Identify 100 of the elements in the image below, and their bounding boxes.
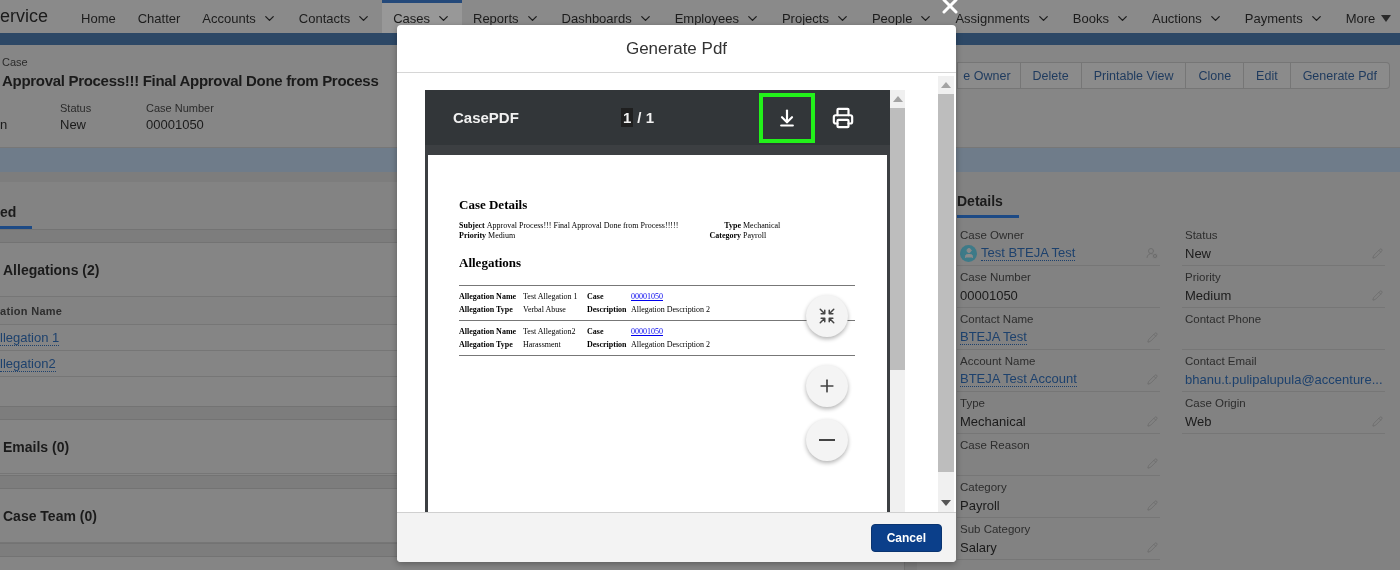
nav-tab[interactable]: Auctions <box>1140 0 1234 33</box>
minus-icon <box>819 439 835 441</box>
nav-tab[interactable]: Assignments <box>944 0 1062 33</box>
nav-tab[interactable]: Chatter <box>126 0 192 33</box>
case-number-link[interactable]: 00001050 <box>631 292 663 301</box>
field-value: 00001050 <box>960 287 1018 303</box>
avatar-icon <box>960 244 977 262</box>
page-count: / 1 <box>637 109 656 126</box>
highlight-value: 00001050 <box>146 117 205 132</box>
nav-tab[interactable]: Employees <box>663 0 771 33</box>
cancel-button[interactable]: Cancel <box>870 523 942 552</box>
field-value: New <box>1185 245 1211 261</box>
action-button[interactable]: Edit <box>1244 62 1291 89</box>
pdf-field-label: Description <box>587 305 628 314</box>
field-value: Payroll <box>960 497 1000 513</box>
field-label: Contact Phone <box>1185 313 1263 325</box>
pdf-field-label: Type <box>724 221 741 231</box>
field-label: Case Owner <box>960 229 1025 241</box>
card-title[interactable]: Allegations (2) <box>3 261 100 278</box>
pdf-field-label: Allegation Type <box>459 305 514 314</box>
nav-tab[interactable]: Home <box>70 0 127 33</box>
printer-icon <box>832 106 855 129</box>
nav-tab[interactable]: Contacts <box>287 0 383 33</box>
action-button[interactable]: Generate Pdf <box>1290 62 1390 89</box>
related-tab[interactable]: ed <box>0 204 33 229</box>
pdf-field-label: Priority <box>459 231 487 241</box>
scrollbar[interactable] <box>890 90 905 512</box>
pdf-field-value: Mechanical <box>743 221 781 231</box>
field-label: Case Origin <box>1185 397 1247 409</box>
pdf-field-label: Case <box>587 292 605 301</box>
field-value: Web <box>1185 413 1212 429</box>
field-value: Salary <box>960 539 997 555</box>
card-title[interactable]: Case Team (0) <box>3 507 97 524</box>
field-label: Status <box>1185 229 1219 241</box>
pdf-field-label: Category <box>709 231 741 241</box>
field-label: Account Name <box>960 355 1037 367</box>
scroll-up-arrow-icon[interactable] <box>892 96 903 102</box>
shrink-icon <box>818 307 836 325</box>
action-button[interactable]: Printable View <box>1081 62 1187 89</box>
highlight-value: n <box>0 117 9 132</box>
nav-tab[interactable]: Projects <box>770 0 861 33</box>
pdf-field-value: Test Allegation 1 <box>523 292 579 301</box>
nav-tab[interactable]: More <box>1334 0 1400 33</box>
modal-title: Generate Pdf <box>625 38 728 59</box>
nav-tab[interactable]: Dashboards <box>550 0 664 33</box>
object-label: Case <box>2 56 29 68</box>
field-label: Contact Email <box>1185 355 1258 367</box>
pdf-field-value: Test Allegation2 <box>523 327 577 336</box>
pdf-section-heading: Allegations <box>459 255 855 286</box>
page-number-field[interactable]: 1 <box>621 108 634 127</box>
card-title[interactable]: Emails (0) <box>3 438 70 455</box>
field-link[interactable]: bhanu.t.pulipalupula@accenture... <box>1185 371 1383 387</box>
pdf-field-value: Medium <box>488 231 516 241</box>
nav-tab[interactable]: Reports <box>462 0 551 33</box>
highlight-label: Status <box>60 102 93 114</box>
field-link[interactable]: BTEJA Test <box>960 329 1027 345</box>
pdf-field-value: Allegation Description 2 <box>631 305 712 314</box>
field-label: Case Number <box>960 271 1032 283</box>
nav-tab[interactable]: Books <box>1061 0 1141 33</box>
pdf-field-value: Harassment <box>523 340 562 349</box>
field-label: Type <box>960 397 986 409</box>
field-label: Case Reason <box>960 439 1031 451</box>
field-label: Category <box>960 481 1008 493</box>
dropdown-triangle-icon <box>1381 14 1392 22</box>
app-name: ervice <box>0 5 48 28</box>
action-button[interactable]: Clone <box>1186 62 1245 89</box>
action-button[interactable]: e Owner <box>957 62 1021 89</box>
case-number-link[interactable]: 00001050 <box>631 327 663 336</box>
scroll-up-arrow-icon[interactable] <box>941 82 951 88</box>
pdf-field-label: Allegation Name <box>459 327 518 336</box>
highlight-label: Case Number <box>146 102 215 114</box>
field-value: Medium <box>1185 287 1232 303</box>
field-value: Mechanical <box>960 413 1026 429</box>
field-label: Priority <box>1185 271 1222 283</box>
nav-tab[interactable]: Accounts <box>191 0 288 33</box>
pdf-field-label: Description <box>587 340 628 349</box>
field-label: Contact Name <box>960 313 1035 325</box>
pdf-heading: Case Details <box>459 197 529 213</box>
field-label: Sub Category <box>960 523 1032 535</box>
scroll-thumb[interactable] <box>890 108 905 370</box>
document-title: CasePDF <box>453 109 520 126</box>
column-header: ation Name <box>0 304 63 317</box>
pdf-field-label: Subject <box>459 221 485 231</box>
record-link[interactable]: llegation2 <box>0 355 56 372</box>
scroll-down-arrow-icon[interactable] <box>941 500 951 506</box>
field-link[interactable]: BTEJA Test Account <box>960 371 1077 387</box>
download-button[interactable] <box>759 92 816 143</box>
pdf-field-value: Payroll <box>743 231 767 241</box>
record-link[interactable]: llegation 1 <box>0 329 60 346</box>
record-title: Approval Process!!! Final Approval Done from Process <box>2 72 379 89</box>
nav-tab[interactable]: People <box>860 0 945 33</box>
action-button[interactable]: Delete <box>1020 62 1082 89</box>
pdf-field-value: Approval Process!!! Final Approval Done from Process!!!!! <box>486 221 679 231</box>
nav-tab[interactable]: Payments <box>1233 0 1335 33</box>
pdf-field-label: Allegation Name <box>459 292 518 301</box>
pdf-field-value: Allegation Description 2 <box>631 340 712 349</box>
pdf-field-label: Allegation Type <box>459 340 514 349</box>
pdf-field-label: Case <box>587 327 605 336</box>
field-link[interactable]: Test BTEJA Test <box>981 245 1076 261</box>
highlight-value: New <box>60 117 87 132</box>
